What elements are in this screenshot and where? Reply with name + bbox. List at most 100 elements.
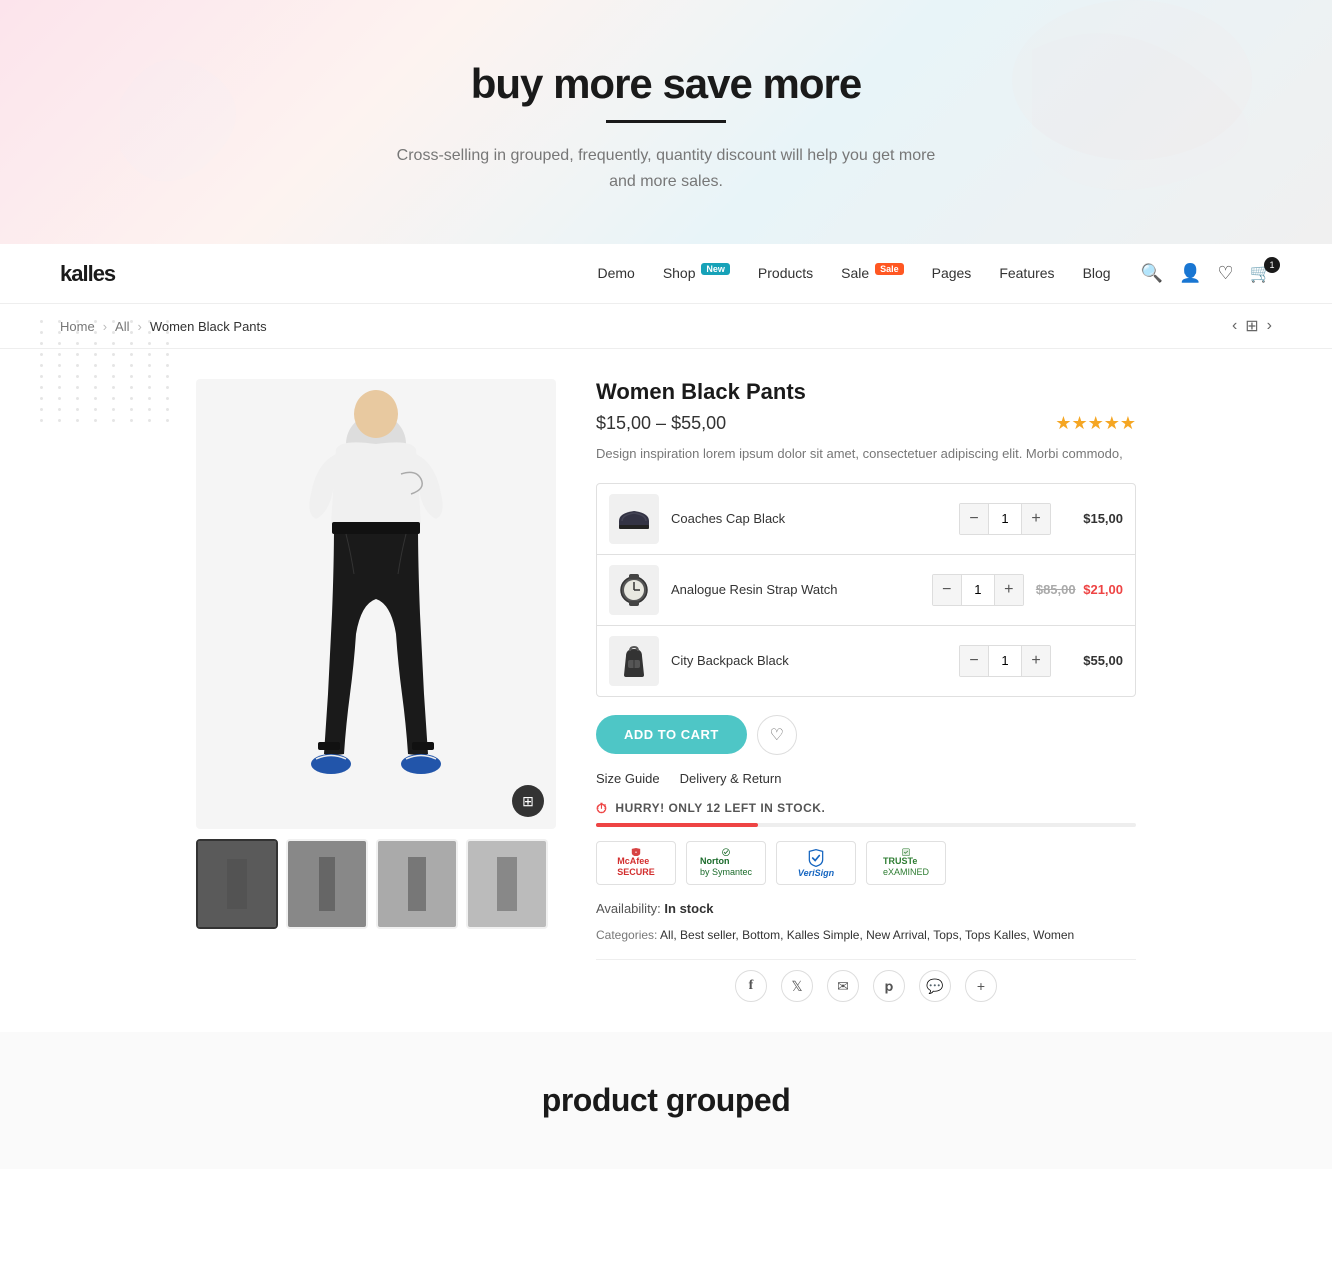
grid-view-button[interactable]: ⊞ — [1245, 316, 1258, 336]
thumbnail-4[interactable] — [466, 839, 548, 929]
qty-increase-3[interactable]: + — [1022, 646, 1050, 676]
grouped-price-1: $15,00 — [1063, 511, 1123, 526]
grouped-thumb-3 — [609, 636, 659, 686]
product-info: Women Black Pants $15,00 – $55,00 ★★★★★ … — [596, 379, 1136, 1002]
navbar-nav: Demo Shop New Products Sale Sale Pages F… — [597, 264, 1110, 283]
qty-increase-2[interactable]: + — [995, 575, 1023, 605]
thumbnail-3[interactable] — [376, 839, 458, 929]
product-images: ⊞ — [196, 379, 556, 1002]
product-title: Women Black Pants — [596, 379, 1136, 405]
pinterest-share[interactable]: 𝐩 — [873, 970, 905, 1002]
price-old-2: $85,00 — [1036, 582, 1076, 597]
prev-product-button[interactable]: ‹ — [1232, 317, 1237, 335]
navbar-icons: 🔍 👤 ♡ 🛒 1 — [1141, 263, 1272, 284]
navbar: kalles Demo Shop New Products Sale Sale … — [0, 244, 1332, 304]
grouped-products-table: Coaches Cap Black − + $15,00 — [596, 483, 1136, 697]
dot-pattern: const dp = document.querySelector('.dot-… — [40, 320, 176, 422]
size-guide-link[interactable]: Size Guide — [596, 771, 660, 786]
add-to-cart-button[interactable]: ADD TO CART — [596, 715, 747, 754]
nav-pages[interactable]: Pages — [932, 265, 972, 283]
verisign-badge: VeriSign — [776, 841, 856, 885]
search-button[interactable]: 🔍 — [1141, 263, 1163, 284]
next-product-button[interactable]: › — [1267, 317, 1272, 335]
timer-icon: ⏱ — [596, 800, 607, 817]
qty-increase-1[interactable]: + — [1022, 504, 1050, 534]
stock-bar — [596, 823, 1136, 827]
messenger-share[interactable]: 💬 — [919, 970, 951, 1002]
grouped-thumb-1 — [609, 494, 659, 544]
price-sale-2: $21,00 — [1083, 582, 1123, 597]
availability-row: Availability: In stock — [596, 901, 1136, 916]
grouped-row-1: Coaches Cap Black − + $15,00 — [597, 484, 1135, 555]
mcafee-badge: M McAfeeSECURE — [596, 841, 676, 885]
product-price: $15,00 – $55,00 — [596, 413, 726, 434]
grouped-name-3: City Backpack Black — [671, 653, 947, 668]
truste-badge: TRUSTeeXAMINED — [866, 841, 946, 885]
main-product-image: ⊞ — [196, 379, 556, 829]
grouped-row-3: City Backpack Black − + $55,00 — [597, 626, 1135, 696]
qty-decrease-3[interactable]: − — [960, 646, 988, 676]
thumbnail-2[interactable] — [286, 839, 368, 929]
grouped-name-2: Analogue Resin Strap Watch — [671, 582, 920, 597]
hero-divider — [606, 120, 726, 123]
product-price-row: $15,00 – $55,00 ★★★★★ — [596, 413, 1136, 434]
svg-text:M: M — [635, 852, 637, 854]
action-row: ADD TO CART ♡ — [596, 715, 1136, 755]
nav-blog[interactable]: Blog — [1083, 265, 1111, 283]
user-button[interactable]: 👤 — [1179, 263, 1201, 284]
heart-icon: ♡ — [1217, 263, 1233, 283]
breadcrumb-bar: Home › All › Women Black Pants ‹ ⊞ › — [0, 304, 1332, 349]
facebook-share[interactable]: f — [735, 970, 767, 1002]
thumbnail-1[interactable] — [196, 839, 278, 929]
qty-decrease-2[interactable]: − — [933, 575, 961, 605]
breadcrumb-nav: ‹ ⊞ › — [1232, 316, 1272, 336]
nav-shop[interactable]: Shop New — [663, 264, 730, 283]
thumbnail-row — [196, 839, 556, 929]
qty-input-3[interactable] — [988, 646, 1022, 676]
qty-control-3: − + — [959, 645, 1051, 677]
categories-row: Categories: All, Best seller, Bottom, Ka… — [596, 926, 1136, 945]
navbar-logo[interactable]: kalles — [60, 261, 115, 287]
twitter-icon: 𝕏 — [791, 978, 802, 995]
qty-control-1: − + — [959, 503, 1051, 535]
availability-value: In stock — [664, 901, 713, 916]
badge-new: New — [701, 263, 730, 275]
qty-input-2[interactable] — [961, 575, 995, 605]
bottom-title: product grouped — [20, 1082, 1312, 1119]
info-links: Size Guide Delivery & Return — [596, 771, 1136, 786]
wishlist-button[interactable]: ♡ — [1217, 263, 1233, 284]
twitter-share[interactable]: 𝕏 — [781, 970, 813, 1002]
grouped-price-3: $55,00 — [1063, 653, 1123, 668]
nav-features[interactable]: Features — [999, 265, 1054, 283]
facebook-icon: f — [749, 978, 754, 994]
hero-subtitle: Cross-selling in grouped, frequently, qu… — [386, 143, 946, 194]
email-icon: ✉ — [837, 978, 849, 995]
nav-sale[interactable]: Sale Sale — [841, 264, 903, 283]
email-share[interactable]: ✉ — [827, 970, 859, 1002]
pinterest-icon: 𝐩 — [885, 978, 894, 995]
bottom-section: product grouped — [0, 1032, 1332, 1169]
stock-bar-fill — [596, 823, 758, 827]
nav-products[interactable]: Products — [758, 265, 813, 283]
search-icon: 🔍 — [1141, 263, 1163, 283]
wishlist-button[interactable]: ♡ — [757, 715, 797, 755]
norton-badge: Nortonby Symantec — [686, 841, 766, 885]
grouped-price-2: $85,00 $21,00 — [1036, 582, 1123, 597]
product-figure — [246, 384, 506, 824]
product-description: Design inspiration lorem ipsum dolor sit… — [596, 444, 1136, 465]
nav-demo[interactable]: Demo — [597, 265, 634, 283]
qty-input-1[interactable] — [988, 504, 1022, 534]
messenger-icon: 💬 — [926, 978, 943, 995]
social-row: f 𝕏 ✉ 𝐩 💬 + — [596, 959, 1136, 1002]
delivery-return-link[interactable]: Delivery & Return — [680, 771, 782, 786]
qty-decrease-1[interactable]: − — [960, 504, 988, 534]
cart-button[interactable]: 🛒 1 — [1250, 263, 1272, 284]
badge-sale: Sale — [875, 263, 904, 275]
trust-badges: M McAfeeSECURE Nortonby Symantec VeriSig… — [596, 841, 1136, 885]
zoom-button[interactable]: ⊞ — [512, 785, 544, 817]
product-section: ⊞ — [166, 379, 1166, 1002]
more-share[interactable]: + — [965, 970, 997, 1002]
hero-title: buy more save more — [20, 60, 1312, 108]
heart-icon: ♡ — [770, 725, 784, 745]
zoom-icon: ⊞ — [522, 793, 534, 810]
